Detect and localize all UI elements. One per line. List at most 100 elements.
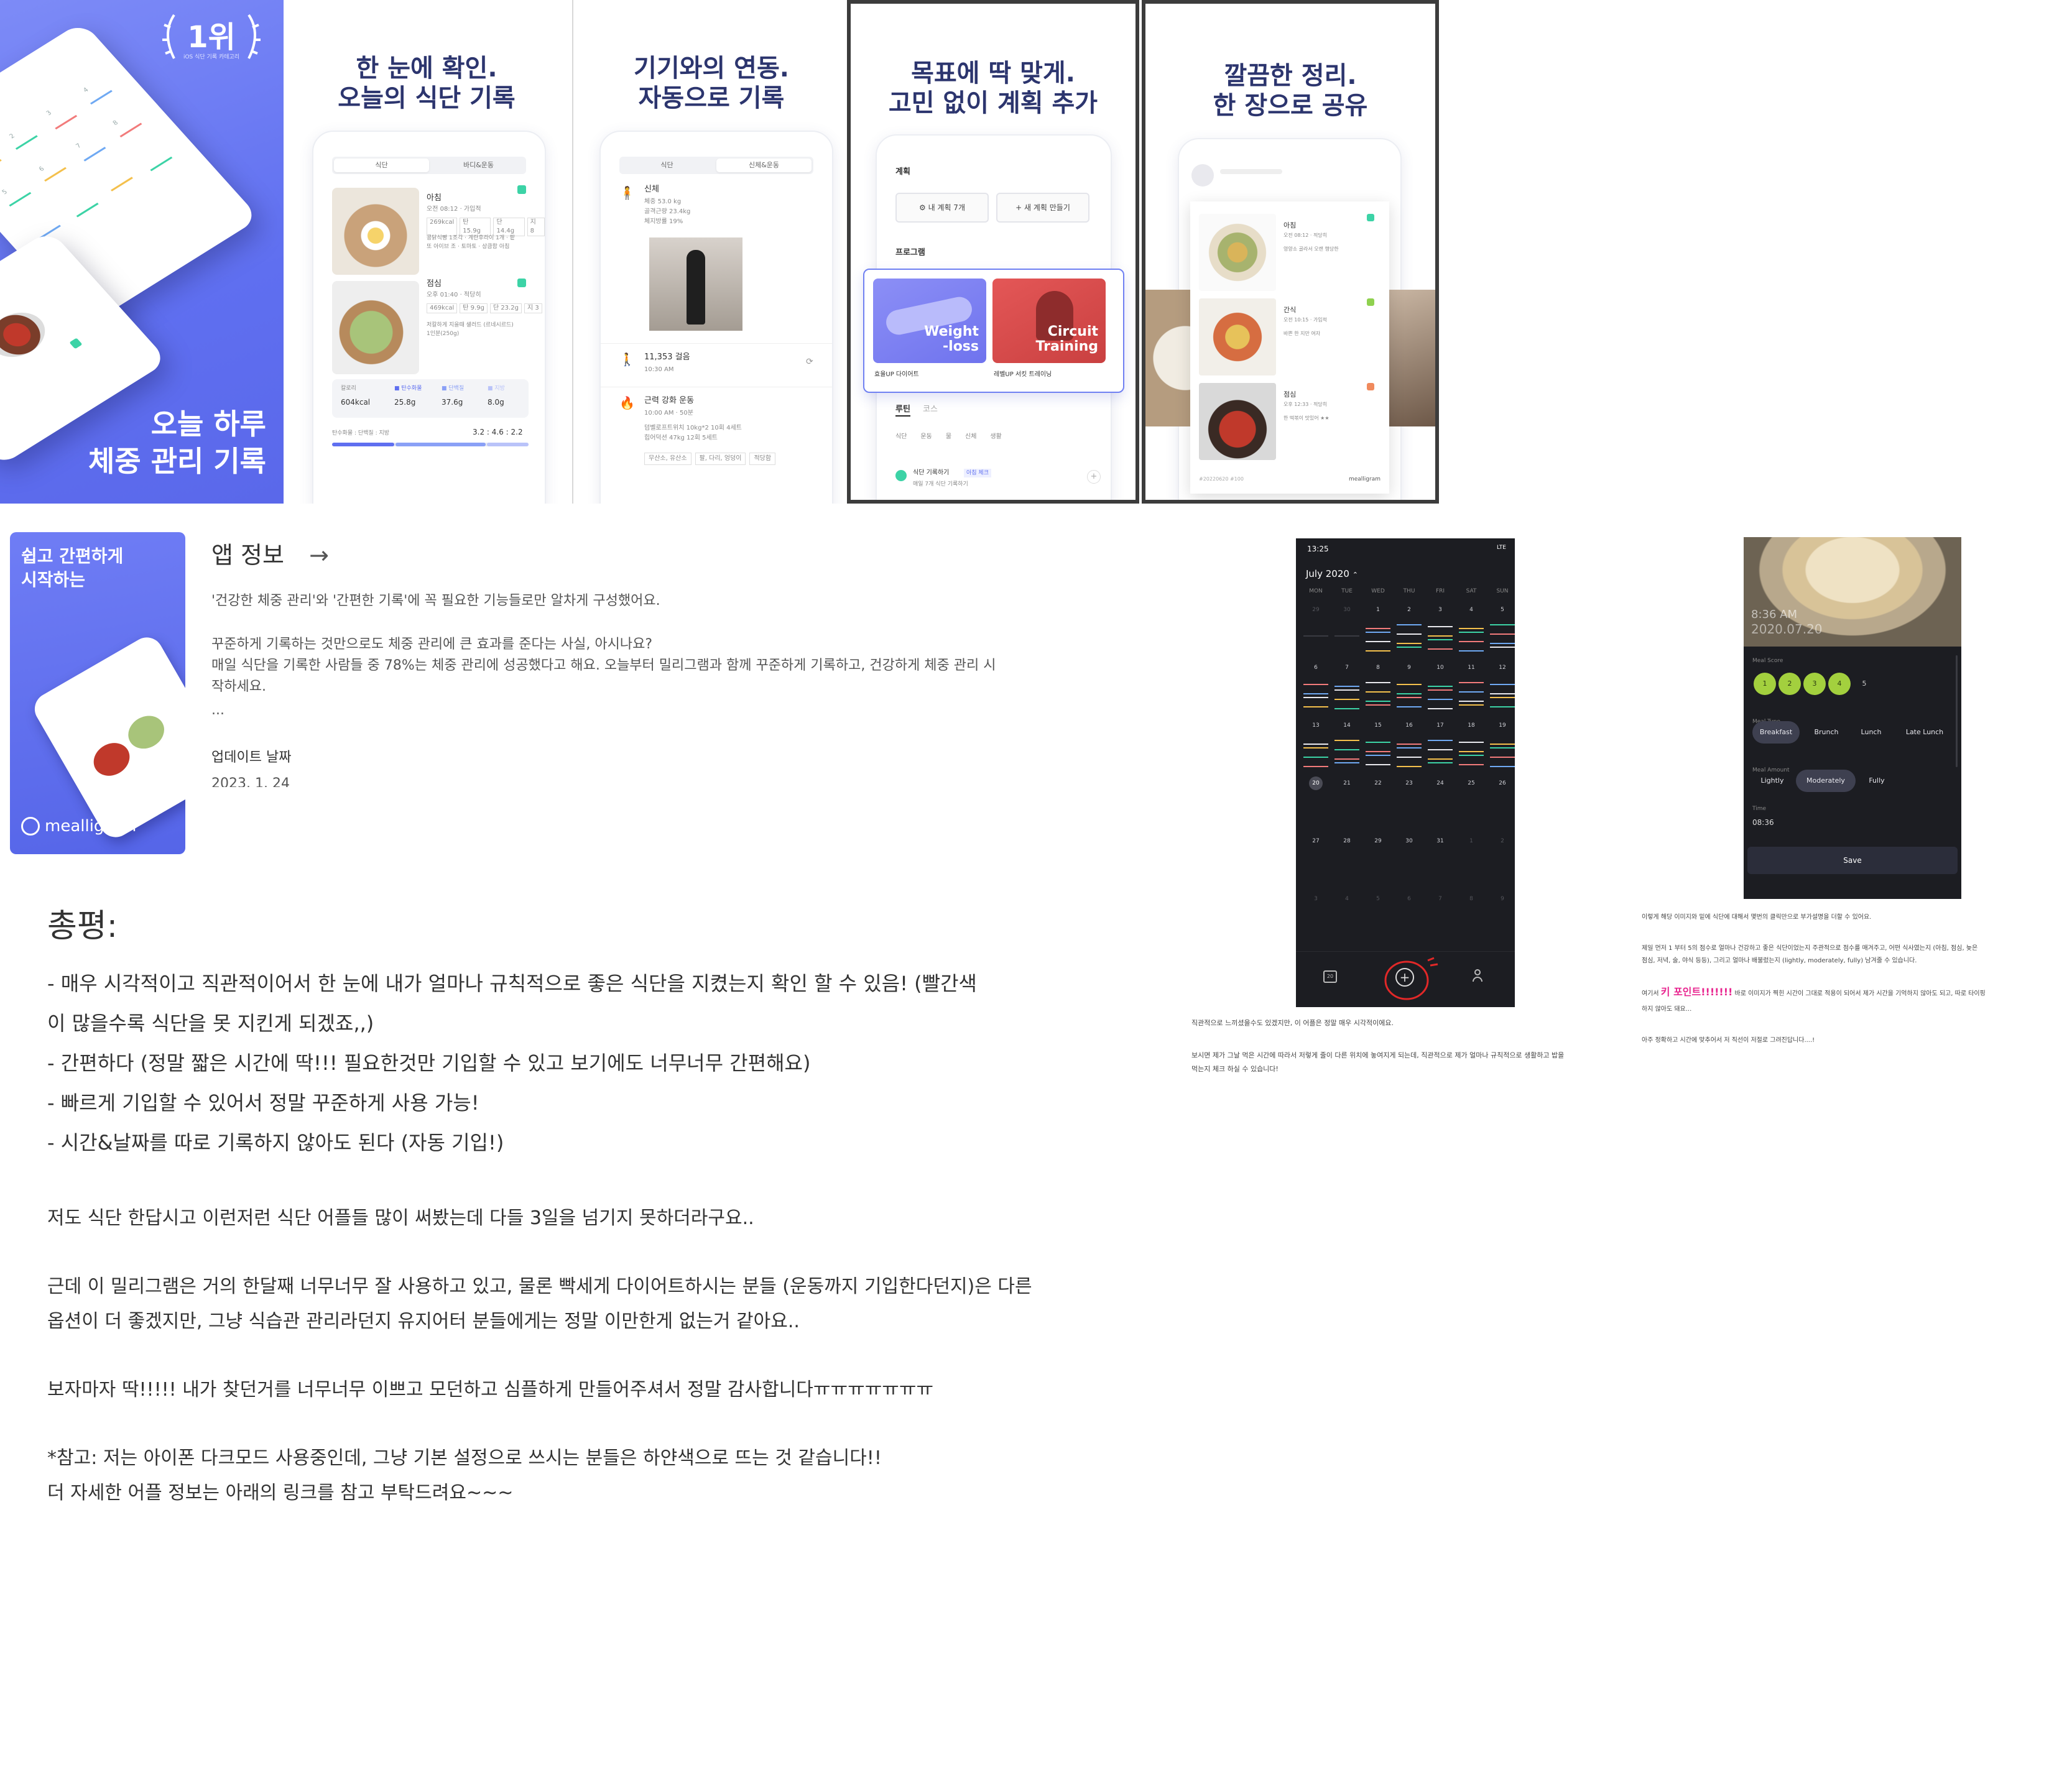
calendar-day[interactable]: 8 — [1366, 661, 1390, 719]
chip[interactable]: 식단 — [895, 433, 907, 441]
meal-time-line — [1366, 628, 1390, 629]
calendar-day[interactable]: 21 — [1334, 776, 1359, 834]
meal-time-line — [1303, 684, 1328, 685]
calendar-day[interactable]: 3 — [1303, 892, 1328, 950]
workout-line: 힙어덕션 47kg 12회 5세트 — [644, 435, 718, 441]
score-2[interactable]: 2 — [1778, 673, 1801, 695]
body-line: 체중 53.0 kg — [644, 198, 682, 205]
tab-body-exercise[interactable]: 신체&운동 — [716, 159, 812, 172]
calendar-day[interactable]: 29 — [1303, 603, 1328, 661]
calendar-day[interactable]: 27 — [1303, 834, 1328, 892]
calendar-day[interactable]: 7 — [1428, 892, 1453, 950]
calendar-day[interactable]: 6 — [1303, 661, 1328, 719]
meal-time-line — [1459, 742, 1484, 743]
calendar-day[interactable]: 20 — [1303, 776, 1328, 834]
calendar-day[interactable]: 6 — [1397, 892, 1422, 950]
program-card-circuit[interactable]: Circuit Training — [992, 279, 1106, 363]
type-late-lunch[interactable]: Late Lunch — [1897, 721, 1953, 744]
calendar-day[interactable]: 30 — [1397, 834, 1422, 892]
tab-diet[interactable]: 식단 — [334, 159, 429, 172]
program-card-weightloss[interactable]: Weight -loss — [873, 279, 986, 363]
calendar-day[interactable]: 15 — [1366, 719, 1390, 776]
calendar-day[interactable]: 9 — [1397, 661, 1422, 719]
edit-caption: 아주 정확하고 시간에 맞추어서 저 직선이 저절로 그려진답니다....! — [1642, 1037, 1815, 1044]
calendar-day[interactable]: 5 — [1366, 892, 1390, 950]
calendar-day[interactable]: 9 — [1490, 892, 1515, 950]
chip[interactable]: 물 — [946, 433, 951, 441]
calendar-day[interactable]: 26 — [1490, 776, 1515, 834]
meal-photo — [0, 303, 56, 366]
score-1[interactable]: 1 — [1754, 673, 1776, 695]
scrollbar[interactable] — [1956, 655, 1958, 767]
my-plans-button[interactable]: ⚙ 내 계획 7개 — [895, 193, 989, 223]
calendar-day[interactable]: 12 — [1490, 661, 1515, 719]
chip[interactable]: 신체 — [965, 433, 976, 441]
workout-time: 10:00 AM · 50분 — [644, 410, 693, 417]
calendar-day[interactable]: 5 — [1490, 603, 1515, 661]
profile-icon[interactable] — [1473, 969, 1482, 984]
score-5[interactable]: 5 — [1853, 673, 1875, 695]
tab-course[interactable]: 코스 — [923, 404, 938, 415]
sync-icon[interactable]: ⟳ — [806, 357, 813, 367]
amount-moderately[interactable]: Moderately — [1796, 770, 1856, 792]
calendar-day[interactable]: 22 — [1366, 776, 1390, 834]
type-lunch[interactable]: Lunch — [1853, 721, 1889, 744]
share-meal-time: 오후 12:33 · 적당히 — [1283, 402, 1328, 407]
routine-sub: 매일 7개 식단 기록하기 — [913, 481, 968, 487]
meal-photo: 8:36 AM 2020.07.20 — [1744, 537, 1961, 647]
svg-text:3: 3 — [45, 110, 53, 117]
calendar-day[interactable]: 23 — [1397, 776, 1422, 834]
calendar-day[interactable]: 7 — [1334, 661, 1359, 719]
calendar-day[interactable]: 11 — [1459, 661, 1484, 719]
calendar-day[interactable]: 31 — [1428, 834, 1453, 892]
type-brunch[interactable]: Brunch — [1807, 721, 1846, 744]
calendar-day[interactable]: 28 — [1334, 834, 1359, 892]
status-network: LTE — [1497, 545, 1506, 551]
chip[interactable]: 생활 — [990, 433, 1001, 441]
calendar-day[interactable]: 19 — [1490, 719, 1515, 776]
day-number: 6 — [1314, 665, 1318, 671]
type-breakfast[interactable]: Breakfast — [1752, 721, 1800, 744]
calendar-day[interactable]: 1 — [1366, 603, 1390, 661]
calendar-day[interactable]: 30 — [1334, 603, 1359, 661]
calendar-day[interactable]: 2 — [1490, 834, 1515, 892]
calendar-day[interactable]: 8 — [1459, 892, 1484, 950]
score-4[interactable]: 4 — [1828, 673, 1851, 695]
calendar-day[interactable]: 16 — [1397, 719, 1422, 776]
time-value[interactable]: 08:36 — [1752, 818, 1774, 827]
meal-time-line — [1428, 689, 1453, 691]
calendar-day[interactable]: 25 — [1459, 776, 1484, 834]
calendar-day[interactable]: 24 — [1428, 776, 1453, 834]
calendar-day[interactable]: 18 — [1459, 719, 1484, 776]
calendar-day[interactable]: 3 — [1428, 603, 1453, 661]
amount-fully[interactable]: Fully — [1859, 770, 1894, 792]
calendar-day[interactable]: 4 — [1459, 603, 1484, 661]
calendar-tab-icon[interactable]: 20 — [1323, 970, 1337, 983]
month-label: July 2020 — [1306, 568, 1349, 579]
tab-body-exercise[interactable]: 바디&운동 — [431, 157, 526, 174]
store-screenshot-3: 기기와의 연동. 자동으로 기록 식단 신체&운동 🧍 신체 체중 53.0 k… — [572, 0, 849, 504]
calendar-day[interactable]: 10 — [1428, 661, 1453, 719]
meal-time-line — [1303, 706, 1328, 707]
score-3[interactable]: 3 — [1803, 673, 1826, 695]
calendar-day[interactable]: 17 — [1428, 719, 1453, 776]
tab-diet[interactable]: 식단 — [619, 157, 715, 174]
screenshot-canvas: { "store": { "banner1": {"badge": "1위", … — [0, 0, 2072, 1778]
calendar-day[interactable]: 29 — [1366, 834, 1390, 892]
ratio-label: 탄수화물 : 단백질 : 지방 — [332, 430, 390, 436]
add-routine-button[interactable]: + — [1087, 470, 1101, 484]
new-plan-button[interactable]: + 새 계획 만들기 — [996, 193, 1089, 223]
chip[interactable]: 운동 — [920, 433, 932, 441]
amount-lightly[interactable]: Lightly — [1752, 770, 1792, 792]
calendar-day[interactable]: 14 — [1334, 719, 1359, 776]
score-label: Meal Score — [1752, 658, 1783, 664]
save-button[interactable]: Save — [1747, 847, 1958, 874]
calendar-day[interactable]: 2 — [1397, 603, 1422, 661]
calendar-day[interactable]: 13 — [1303, 719, 1328, 776]
month-selector[interactable]: July 2020 ⌃ — [1306, 568, 1358, 579]
day-number: 3 — [1438, 607, 1442, 613]
calendar-day[interactable]: 1 — [1459, 834, 1484, 892]
tab-routine[interactable]: 루틴 — [895, 404, 910, 417]
app-info-link[interactable]: 앱 정보 → — [211, 536, 329, 570]
calendar-day[interactable]: 4 — [1334, 892, 1359, 950]
